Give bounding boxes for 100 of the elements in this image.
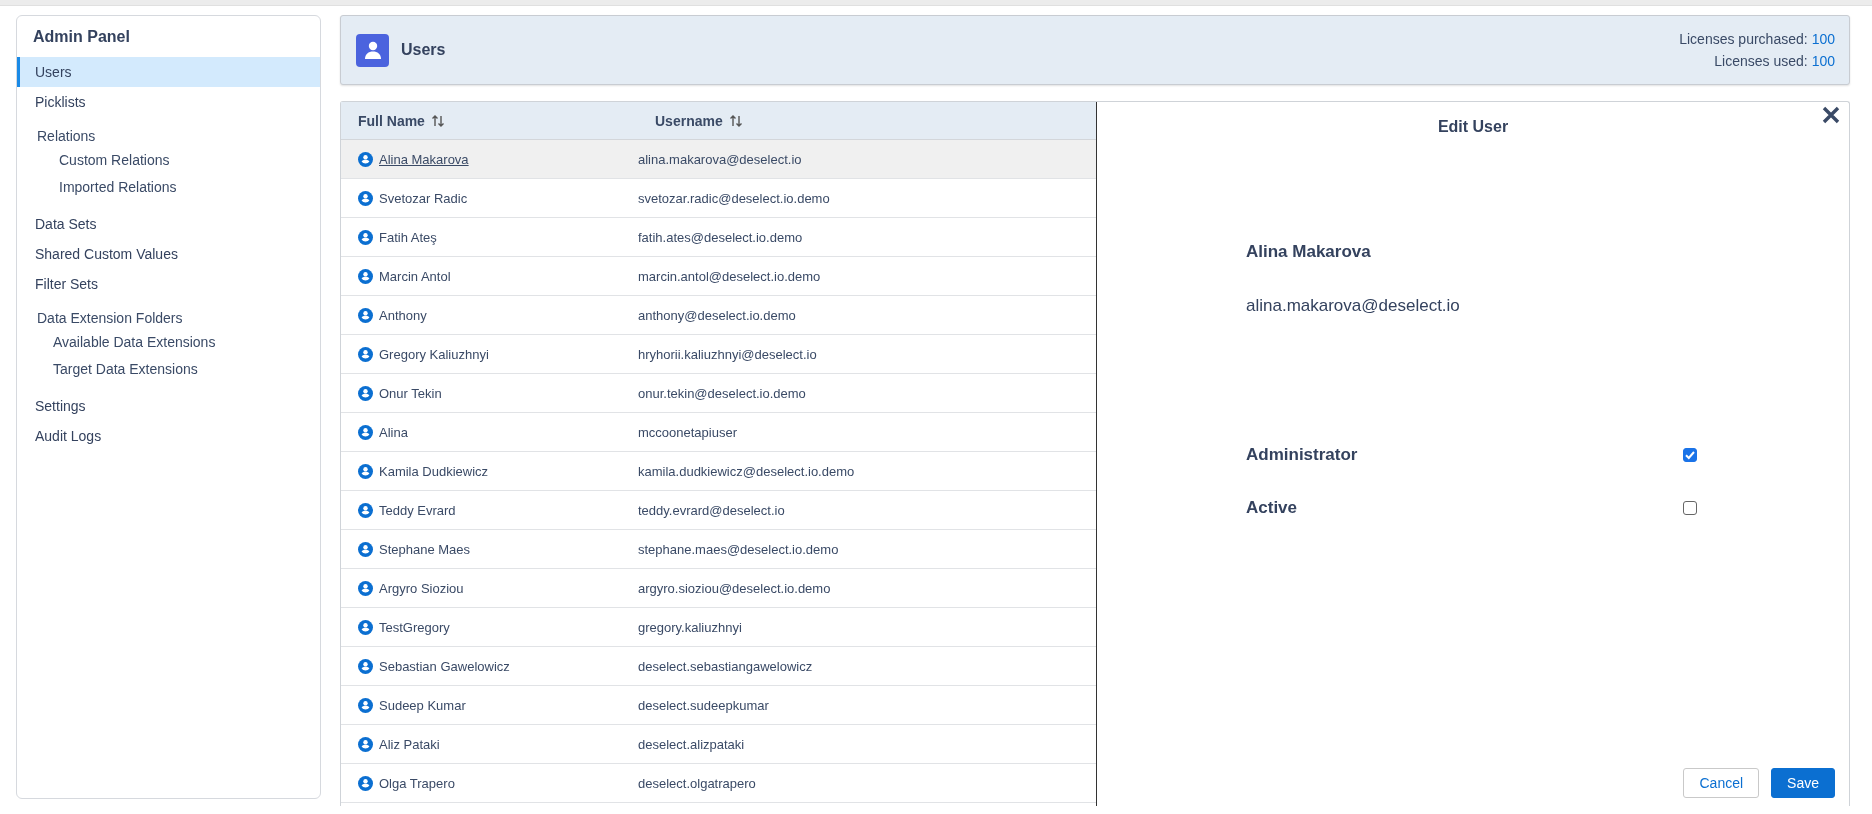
table-row[interactable]: Stephane Maes stephane.maes@deselect.io.demo (341, 530, 1096, 569)
user-icon (358, 385, 373, 401)
username-text: marcin.antol@deselect.io.demo (638, 268, 821, 284)
username-text: svetozar.radic@deselect.io.demo (638, 190, 830, 206)
sidebar-subitem[interactable]: Available Data Extensions (17, 329, 320, 356)
username-text: anthony@deselect.io.demo (638, 307, 796, 323)
sort-icon (728, 113, 743, 128)
user-icon (358, 775, 373, 791)
field-label: Administrator (1246, 445, 1358, 465)
table-row[interactable]: Teddy Evrard teddy.evrard@deselect.io (341, 491, 1096, 530)
user-email: alina.makarova@deselect.io (1246, 296, 1461, 316)
user-name: Olga Trapero (379, 775, 455, 791)
user-name: Onur Tekin (379, 385, 442, 401)
user-icon (358, 307, 373, 323)
panel-title: Edit User (1437, 118, 1509, 136)
username-text: alina.makarova@deselect.io (638, 151, 802, 167)
close-icon[interactable] (1822, 106, 1840, 124)
table-row[interactable]: Argyro Sioziou argyro.sioziou@deselect.io.demo (341, 569, 1096, 608)
sidebar-item[interactable]: Filter Sets (17, 269, 320, 299)
user-name: Gregory Kaliuzhnyi (379, 346, 489, 362)
user-icon (358, 424, 373, 440)
table-row[interactable]: Fatih Ateş fatih.ates@deselect.io.demo (341, 218, 1096, 257)
username-text: kamila.dudkiewicz@deselect.io.demo (638, 463, 855, 479)
table-row[interactable]: Svetozar Radic svetozar.radic@deselect.io.demo (341, 179, 1096, 218)
sidebar-item[interactable]: Audit Logs (17, 421, 320, 451)
table-row[interactable]: Alina mccoonetapiuser (341, 413, 1096, 452)
user-name: Teddy Evrard (379, 502, 456, 518)
user-name: Fatih Ateş (379, 229, 437, 245)
user-icon (358, 541, 373, 557)
table-row[interactable]: Olga Trapero deselect.olgatrapero (341, 764, 1096, 803)
user-icon (358, 580, 373, 596)
sidebar-item[interactable]: Settings (17, 391, 320, 421)
table-row[interactable]: Kamila Dudkiewicz kamila.dudkiewicz@deselect.io.demo (341, 452, 1096, 491)
table-row[interactable]: Aliz Pataki deselect.alizpataki (341, 725, 1096, 764)
column-header[interactable]: Username (638, 102, 1096, 139)
user-name: Svetozar Radic (379, 190, 468, 206)
table-row[interactable]: Anthony anthony@deselect.io.demo (341, 296, 1096, 335)
user-name: Sebastian Gawelowicz (379, 658, 510, 674)
username-text: gregory.kaliuzhnyi (638, 619, 742, 635)
user-icon (358, 268, 373, 284)
checkbox[interactable] (1683, 448, 1697, 462)
username-text: fatih.ates@deselect.io.demo (638, 229, 803, 245)
user-name: Argyro Sioziou (379, 580, 464, 596)
user-icon (358, 697, 373, 713)
user-icon (358, 463, 373, 479)
table-row[interactable]: Gregory Kaliuzhnyi hryhorii.kaliuzhnyi@deselect.io (341, 335, 1096, 374)
license-count: 100 (1811, 53, 1835, 69)
username-text: deselect.sudeepkumar (638, 697, 769, 713)
sidebar-item[interactable]: Shared Custom Values (17, 239, 320, 269)
save-button[interactable]: Save (1771, 768, 1835, 798)
sidebar-group-label: Relations (36, 127, 97, 146)
user-full-name: Alina Makarova (1246, 242, 1372, 262)
user-name: Stephane Maes (379, 541, 471, 557)
user-icon (358, 151, 373, 167)
username-text: mccoonetapiuser (638, 424, 737, 440)
user-name: Kamila Dudkiewicz (379, 463, 489, 479)
user-icon (358, 658, 373, 674)
table-row[interactable]: TestGregory gregory.kaliuzhnyi (341, 608, 1096, 647)
sidebar-subitem[interactable]: Custom Relations (17, 147, 320, 174)
user-icon (358, 736, 373, 752)
checkbox[interactable] (1683, 501, 1697, 515)
user-name: Alina (379, 424, 408, 440)
user-icon (358, 619, 373, 635)
username-text: deselect.alizpataki (638, 736, 745, 752)
user-name: TestGregory (379, 619, 450, 635)
cancel-button[interactable]: Cancel (1683, 768, 1760, 798)
user-name: Aliz Pataki (379, 736, 440, 752)
sidebar-subitem[interactable]: Target Data Extensions (17, 356, 320, 383)
license-label: Licenses purchased: (1679, 31, 1808, 47)
user-icon (358, 229, 373, 245)
table-row[interactable]: Sebastian Gawelowicz deselect.sebastiangawelowicz (341, 647, 1096, 686)
sidebar-item[interactable]: Data Sets (17, 209, 320, 239)
sidebar-item[interactable]: Users (17, 57, 320, 87)
sidebar-subitem[interactable]: Imported Relations (17, 174, 320, 201)
page-title: Users (401, 41, 446, 59)
license-label: Licenses used: (1714, 53, 1808, 69)
sidebar-group-label: Data Extension Folders (36, 309, 184, 328)
table-row[interactable]: Alina Makarova alina.makarova@deselect.io (341, 140, 1096, 179)
column-header[interactable]: Full Name (341, 102, 638, 139)
username-text: argyro.sioziou@deselect.io.demo (638, 580, 831, 596)
sidebar-title: Admin Panel (32, 27, 131, 47)
username-text: stephane.maes@deselect.io.demo (638, 541, 839, 557)
sidebar-item[interactable]: Picklists (17, 87, 320, 117)
username-text: onur.tekin@deselect.io.demo (638, 385, 806, 401)
username-text: deselect.olgatrapero (638, 775, 756, 791)
username-text: hryhorii.kaliuzhnyi@deselect.io (638, 346, 817, 362)
user-name-link[interactable]: Alina Makarova (379, 151, 469, 167)
username-text: deselect.sebastiangawelowicz (638, 658, 813, 674)
user-name: Anthony (379, 307, 427, 323)
sort-icon (430, 113, 445, 128)
user-icon (358, 502, 373, 518)
table-row[interactable]: Sudeep Kumar deselect.sudeepkumar (341, 686, 1096, 725)
table-row[interactable]: Marcin Antol marcin.antol@deselect.io.demo (341, 257, 1096, 296)
table-row[interactable]: Onur Tekin onur.tekin@deselect.io.demo (341, 374, 1096, 413)
user-icon (356, 33, 389, 67)
user-icon (358, 190, 373, 206)
field-label: Active (1246, 498, 1298, 518)
license-count: 100 (1811, 31, 1835, 47)
user-name: Sudeep Kumar (379, 697, 466, 713)
username-text: teddy.evrard@deselect.io (638, 502, 785, 518)
